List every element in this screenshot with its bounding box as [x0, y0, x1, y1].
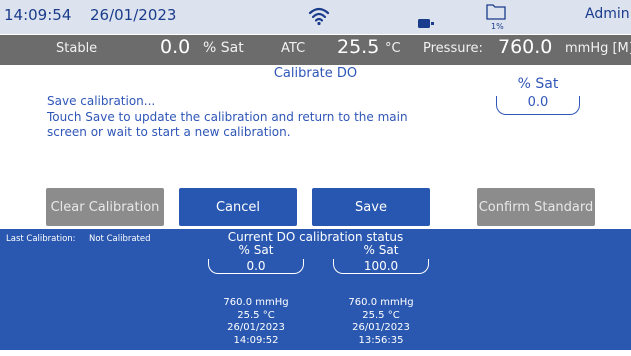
- message-line-3: screen or wait to start a new calibratio…: [47, 125, 291, 139]
- calibration-status-panel: Last Calibration: Not Calibrated Current…: [0, 229, 631, 350]
- status-heading: Current DO calibration status: [227, 230, 404, 244]
- temperature-value: 25.5: [337, 36, 380, 58]
- point-2-pressure: 760.0 mmHg: [348, 297, 414, 308]
- point-1-details: 760.0 mmHg 25.5 °C 26/01/2023 14:09:52: [208, 297, 304, 347]
- point-1-time: 14:09:52: [233, 334, 279, 346]
- stability-status: Stable: [56, 41, 98, 56]
- point-1-value: 0.0: [246, 259, 266, 273]
- temperature-unit: °C: [385, 41, 401, 56]
- save-button[interactable]: Save: [312, 188, 430, 226]
- point-1-unit: % Sat: [238, 243, 274, 257]
- pressure-label: Pressure:: [423, 41, 483, 56]
- current-reading-value: 0.0: [527, 95, 549, 110]
- point-1-pressure: 760.0 mmHg: [223, 297, 289, 308]
- point-2-time: 13:56:35: [358, 334, 404, 346]
- confirm-standard-button[interactable]: Confirm Standard: [477, 188, 595, 226]
- point-2-unit: % Sat: [363, 243, 399, 257]
- reading-bar: Stable 0.0 % Sat ATC 25.5 °C Pressure: 7…: [0, 35, 631, 65]
- atc-label: ATC: [281, 41, 306, 56]
- user-name[interactable]: Admin: [585, 6, 630, 22]
- point-1-temperature: 25.5 °C: [237, 309, 275, 321]
- point-1-date: 26/01/2023: [227, 322, 285, 333]
- folder-icon: [486, 3, 506, 24]
- wifi-icon: [308, 6, 330, 30]
- pressure-value: 760.0: [498, 36, 553, 58]
- cancel-button[interactable]: Cancel: [179, 188, 297, 226]
- current-reading-unit: % Sat: [517, 76, 559, 92]
- point-2-details: 760.0 mmHg 25.5 °C 26/01/2023 13:56:35: [333, 297, 429, 347]
- storage-percent: 1%: [491, 22, 504, 31]
- message-line-2: Touch Save to update the calibration and…: [47, 109, 408, 124]
- clock-time: 14:09:54: [4, 6, 72, 24]
- pressure-unit: mmHg [M]: [565, 41, 631, 56]
- point-2-value: 100.0: [363, 259, 399, 273]
- point-2-temperature: 25.5 °C: [362, 309, 400, 321]
- clear-calibration-button[interactable]: Clear Calibration: [46, 188, 164, 226]
- clock-date: 26/01/2023: [90, 6, 177, 24]
- point-2-date: 26/01/2023: [352, 322, 410, 333]
- battery-icon: [418, 13, 434, 32]
- calibration-message: Save calibration... Touch Save to update…: [47, 94, 408, 141]
- status-bar: 14:09:54 26/01/2023 1% Admin: [0, 0, 631, 34]
- do-reading-unit: % Sat: [203, 40, 244, 56]
- do-reading-value: 0.0: [160, 36, 191, 58]
- message-line-1: Save calibration...: [47, 94, 156, 108]
